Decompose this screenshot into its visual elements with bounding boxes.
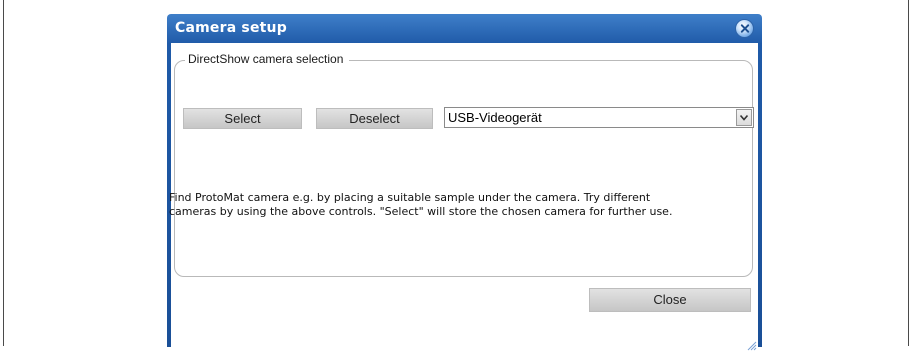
instruction-line-1: Find ProtoMat camera e.g. by placing a s… [169,191,651,204]
resize-grip-icon[interactable] [747,336,757,351]
instruction-text: Find ProtoMat camera e.g. by placing a s… [169,191,739,219]
chevron-down-icon[interactable] [736,109,752,126]
title-bar[interactable]: Camera setup [167,14,762,44]
close-icon[interactable] [735,19,754,38]
dialog-title: Camera setup [175,20,287,36]
camera-selection-group: DirectShow camera selection Select Desel… [169,52,754,277]
camera-setup-dialog: Camera setup DirectShow camera selection… [167,14,762,351]
group-legend: DirectShow camera selection [185,52,350,66]
dialog-content: DirectShow camera selection Select Desel… [169,43,758,351]
camera-dropdown-value: USB-Videogerät [448,110,542,125]
close-button[interactable]: Close [589,288,751,312]
instruction-line-2: cameras by using the above controls. "Se… [169,205,673,218]
select-button[interactable]: Select [183,108,302,129]
deselect-button[interactable]: Deselect [316,108,433,129]
camera-dropdown[interactable]: USB-Videogerät [444,107,754,128]
